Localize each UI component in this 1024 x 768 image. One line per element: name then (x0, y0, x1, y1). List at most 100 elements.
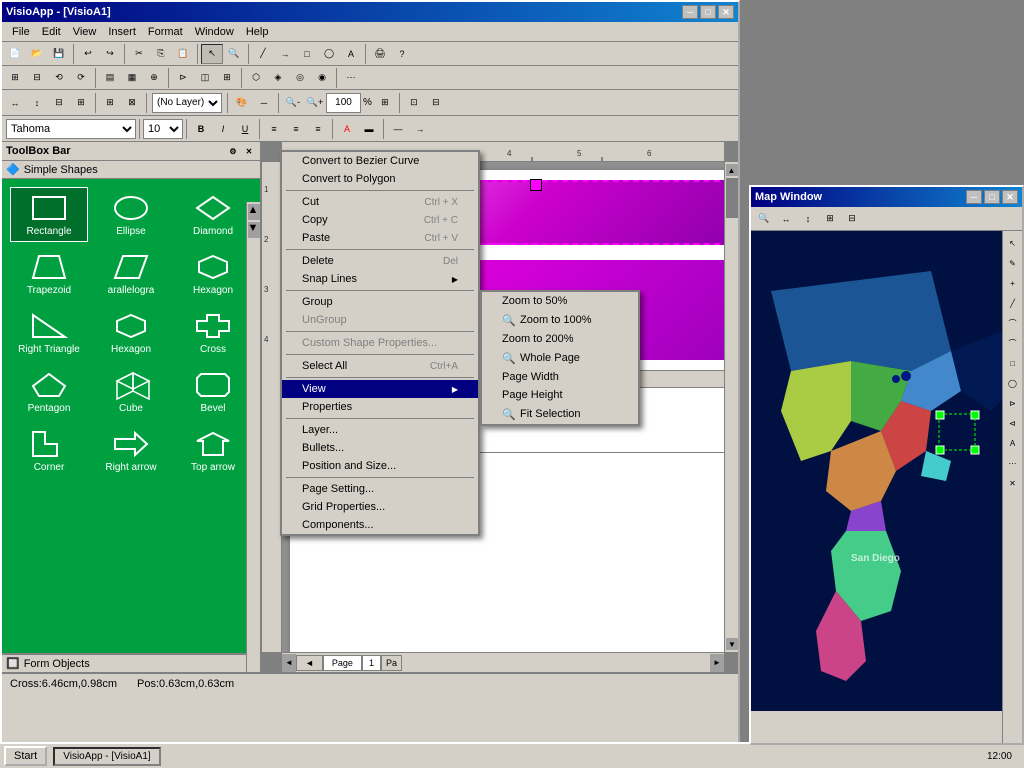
map-tb3[interactable]: ↕ (797, 209, 819, 229)
italic-button[interactable]: I (212, 119, 234, 139)
tb2-7[interactable]: ⊕ (143, 68, 165, 88)
rect-button[interactable]: □ (296, 44, 318, 64)
shape-diamond[interactable]: Diamond (174, 187, 252, 242)
page-tab-pa[interactable]: Pa (381, 655, 402, 671)
handle-tc[interactable] (530, 179, 542, 191)
tb3-1[interactable]: ↔ (4, 93, 26, 113)
ctx-delete[interactable]: Delete Del (282, 252, 478, 270)
map-maximize[interactable]: □ (984, 190, 1000, 204)
align-right[interactable]: ≡ (307, 119, 329, 139)
shape-rectangle[interactable]: Rectangle (10, 187, 88, 242)
tb2-6[interactable]: ▦ (121, 68, 143, 88)
scroll-up-btn[interactable]: ▲ (726, 164, 738, 176)
toolbox-settings[interactable]: ⚙ (226, 144, 240, 158)
ctx-view[interactable]: View ▶ (282, 380, 478, 398)
line-style[interactable]: — (387, 119, 409, 139)
shape-hexagon2[interactable]: Hexagon (92, 305, 170, 360)
map-minimize[interactable]: ─ (966, 190, 982, 204)
map-tb2[interactable]: ↔ (775, 209, 797, 229)
menu-insert[interactable]: Insert (102, 24, 142, 40)
mrt-9[interactable]: ⊳ (1004, 394, 1022, 412)
toolbox-close[interactable]: ✕ (242, 144, 256, 158)
shape-pentagon[interactable]: Pentagon (10, 364, 88, 419)
submenu-page-height[interactable]: Page Height (482, 386, 638, 404)
tb2-9[interactable]: ◫ (194, 68, 216, 88)
underline-button[interactable]: U (234, 119, 256, 139)
font-select[interactable]: Tahoma (6, 119, 136, 139)
ctx-grid[interactable]: Grid Properties... (282, 498, 478, 516)
size-select[interactable]: 10 (143, 119, 183, 139)
map-tb4[interactable]: ⊞ (819, 209, 841, 229)
mrt-6[interactable]: ⌒ (1004, 334, 1022, 352)
tb2-10[interactable]: ⊞ (216, 68, 238, 88)
start-button[interactable]: Start (4, 746, 47, 766)
mrt-close[interactable]: ✕ (1004, 474, 1022, 492)
select-button[interactable]: ↖ (201, 44, 223, 64)
open-button[interactable]: 📂 (26, 44, 48, 64)
ctx-paste[interactable]: Paste Ctrl + V (282, 229, 478, 247)
ctx-snap[interactable]: Snap Lines ▶ (282, 270, 478, 288)
shape-right-arrow[interactable]: Right arrow (92, 423, 170, 478)
paste-button[interactable]: 📋 (172, 44, 194, 64)
tb2-8[interactable]: ⊳ (172, 68, 194, 88)
tb2-14[interactable]: ◉ (311, 68, 333, 88)
page-tab-page[interactable]: Page (323, 655, 362, 671)
menu-window[interactable]: Window (189, 24, 240, 40)
menu-view[interactable]: View (67, 24, 103, 40)
shape-cube[interactable]: Cube (92, 364, 170, 419)
ctx-bullets[interactable]: Bullets... (282, 439, 478, 457)
tb2-1[interactable]: ⊞ (4, 68, 26, 88)
layer-select[interactable]: (No Layer) (152, 93, 222, 113)
tb3-extra1[interactable]: ⊡ (403, 93, 425, 113)
line-end[interactable]: → (409, 119, 431, 139)
text-button[interactable]: A (340, 44, 362, 64)
scroll-down-btn[interactable]: ▼ (726, 638, 738, 650)
align-left[interactable]: ≡ (263, 119, 285, 139)
mrt-3[interactable]: + (1004, 274, 1022, 292)
mrt-7[interactable]: □ (1004, 354, 1022, 372)
ctx-position[interactable]: Position and Size... (282, 457, 478, 475)
tb2-4[interactable]: ⟳ (70, 68, 92, 88)
menu-help[interactable]: Help (240, 24, 275, 40)
tb2-13[interactable]: ◎ (289, 68, 311, 88)
menu-edit[interactable]: Edit (36, 24, 67, 40)
map-tb1[interactable]: 🔍 (753, 209, 775, 229)
toolbox-scrollbar[interactable]: ▲ ▼ (246, 202, 260, 672)
tb3-grid[interactable]: ⊞ (99, 93, 121, 113)
scroll-up[interactable]: ▲ (248, 204, 260, 220)
tb3-2[interactable]: ↕ (26, 93, 48, 113)
bold-button[interactable]: B (190, 119, 212, 139)
submenu-zoom-50[interactable]: Zoom to 50% (482, 292, 638, 310)
shape-bevel[interactable]: Bevel (174, 364, 252, 419)
tb2-2[interactable]: ⊟ (26, 68, 48, 88)
font-color[interactable]: A (336, 119, 358, 139)
tb2-15[interactable]: ⋯ (340, 68, 362, 88)
tb2-3[interactable]: ⟲ (48, 68, 70, 88)
tb2-5[interactable]: ▤ (99, 68, 121, 88)
zoom-fit[interactable]: ⊞ (374, 93, 396, 113)
align-center[interactable]: ≡ (285, 119, 307, 139)
ctx-page-setting[interactable]: Page Setting... (282, 480, 478, 498)
shape-right-triangle[interactable]: Right Triangle (10, 305, 88, 360)
minimize-button[interactable]: ─ (682, 5, 698, 19)
mrt-11[interactable]: A (1004, 434, 1022, 452)
shape-parallelogram[interactable]: arallelogra (92, 246, 170, 301)
tb2-11[interactable]: ⬡ (245, 68, 267, 88)
mrt-2[interactable]: ✎ (1004, 254, 1022, 272)
tb2-12[interactable]: ◈ (267, 68, 289, 88)
close-button[interactable]: ✕ (718, 5, 734, 19)
submenu-fit-selection[interactable]: 🔍 Fit Selection (482, 404, 638, 424)
highlight-color[interactable]: ▬ (358, 119, 380, 139)
zoom-input[interactable] (326, 93, 361, 113)
map-tb5[interactable]: ⊟ (841, 209, 863, 229)
ctx-cut[interactable]: Cut Ctrl + X (282, 193, 478, 211)
line-button[interactable]: ╱ (252, 44, 274, 64)
ctx-components[interactable]: Components... (282, 516, 478, 534)
mrt-5[interactable]: ⌒ (1004, 314, 1022, 332)
ctx-layer[interactable]: Layer... (282, 421, 478, 439)
shape-ellipse[interactable]: Ellipse (92, 187, 170, 242)
redo-button[interactable]: ↪ (99, 44, 121, 64)
scroll-right-btn[interactable]: ► (710, 654, 724, 672)
page-tab-1[interactable]: ◄ (296, 655, 323, 671)
submenu-whole-page[interactable]: 🔍 Whole Page (482, 348, 638, 368)
